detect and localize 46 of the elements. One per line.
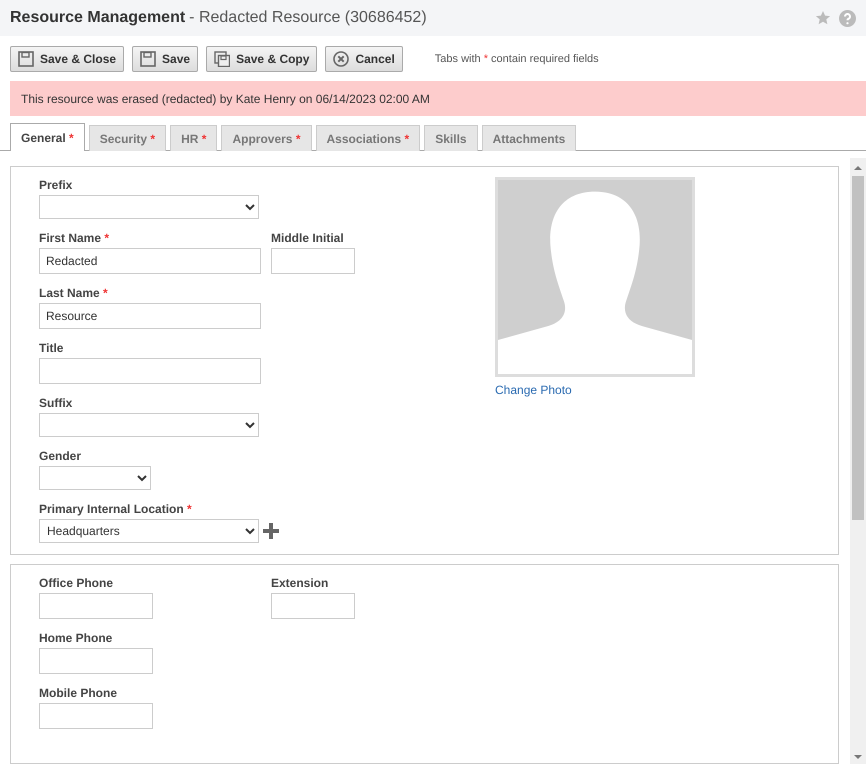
tab[interactable]: Security * xyxy=(88,125,166,151)
input-field[interactable]: Redacted xyxy=(39,248,261,274)
field-label: Office Phone xyxy=(39,575,114,591)
help-icon[interactable] xyxy=(839,10,856,26)
page-title: Resource Management xyxy=(10,8,186,28)
toolbar-button[interactable]: Save xyxy=(132,46,198,72)
toolbar-button[interactable]: Save & Close xyxy=(10,46,124,72)
input-field[interactable]: Resource xyxy=(39,303,261,329)
field-label: First Name * xyxy=(39,230,110,246)
field-label: Home Phone xyxy=(39,630,114,646)
dropdown[interactable]: Headquarters xyxy=(39,519,259,543)
toolbar-button[interactable]: Save & Copy xyxy=(206,46,318,72)
field-label: Mobile Phone xyxy=(39,685,118,701)
dropdown[interactable] xyxy=(39,413,259,437)
field-label: Gender xyxy=(39,448,82,464)
floppy-disks-icon xyxy=(214,51,230,67)
toolbar-button[interactable]: Cancel xyxy=(325,46,403,72)
change-photo-link[interactable]: Change Photo xyxy=(495,381,695,399)
tab[interactable]: Skills xyxy=(424,125,478,151)
page-subtitle: - Redacted Resource (30686452) xyxy=(189,8,427,28)
plus-icon[interactable] xyxy=(263,523,279,539)
scrollbar[interactable] xyxy=(850,158,866,764)
input-field[interactable] xyxy=(39,703,153,729)
field-label: Middle Initial xyxy=(271,230,345,246)
tab[interactable]: Associations * xyxy=(316,125,420,151)
redaction-alert: This resource was erased (redacted) by Kate Henry on 06/14/2023 02:00 AM xyxy=(10,81,866,116)
dropdown[interactable] xyxy=(39,195,259,219)
tab[interactable]: Approvers * xyxy=(221,125,312,151)
input-field[interactable] xyxy=(271,593,355,619)
required-hint: Tabs with * contain required fields xyxy=(434,52,599,67)
dropdown[interactable] xyxy=(39,466,151,490)
cancel-icon xyxy=(333,51,350,67)
input-field[interactable] xyxy=(39,358,261,384)
field-label: Prefix xyxy=(39,177,74,193)
input-field[interactable] xyxy=(39,593,153,619)
input-field[interactable] xyxy=(271,248,355,274)
field-label: Extension xyxy=(271,575,330,591)
field-label: Last Name * xyxy=(39,285,109,301)
field-label: Primary Internal Location * xyxy=(39,501,193,517)
tab[interactable]: General * xyxy=(10,123,85,151)
star-icon[interactable] xyxy=(815,10,831,26)
field-label: Suffix xyxy=(39,395,74,411)
tab[interactable]: HR * xyxy=(170,125,218,151)
field-label: Title xyxy=(39,340,64,356)
input-field[interactable] xyxy=(39,648,153,674)
tab[interactable]: Attachments xyxy=(482,125,576,151)
